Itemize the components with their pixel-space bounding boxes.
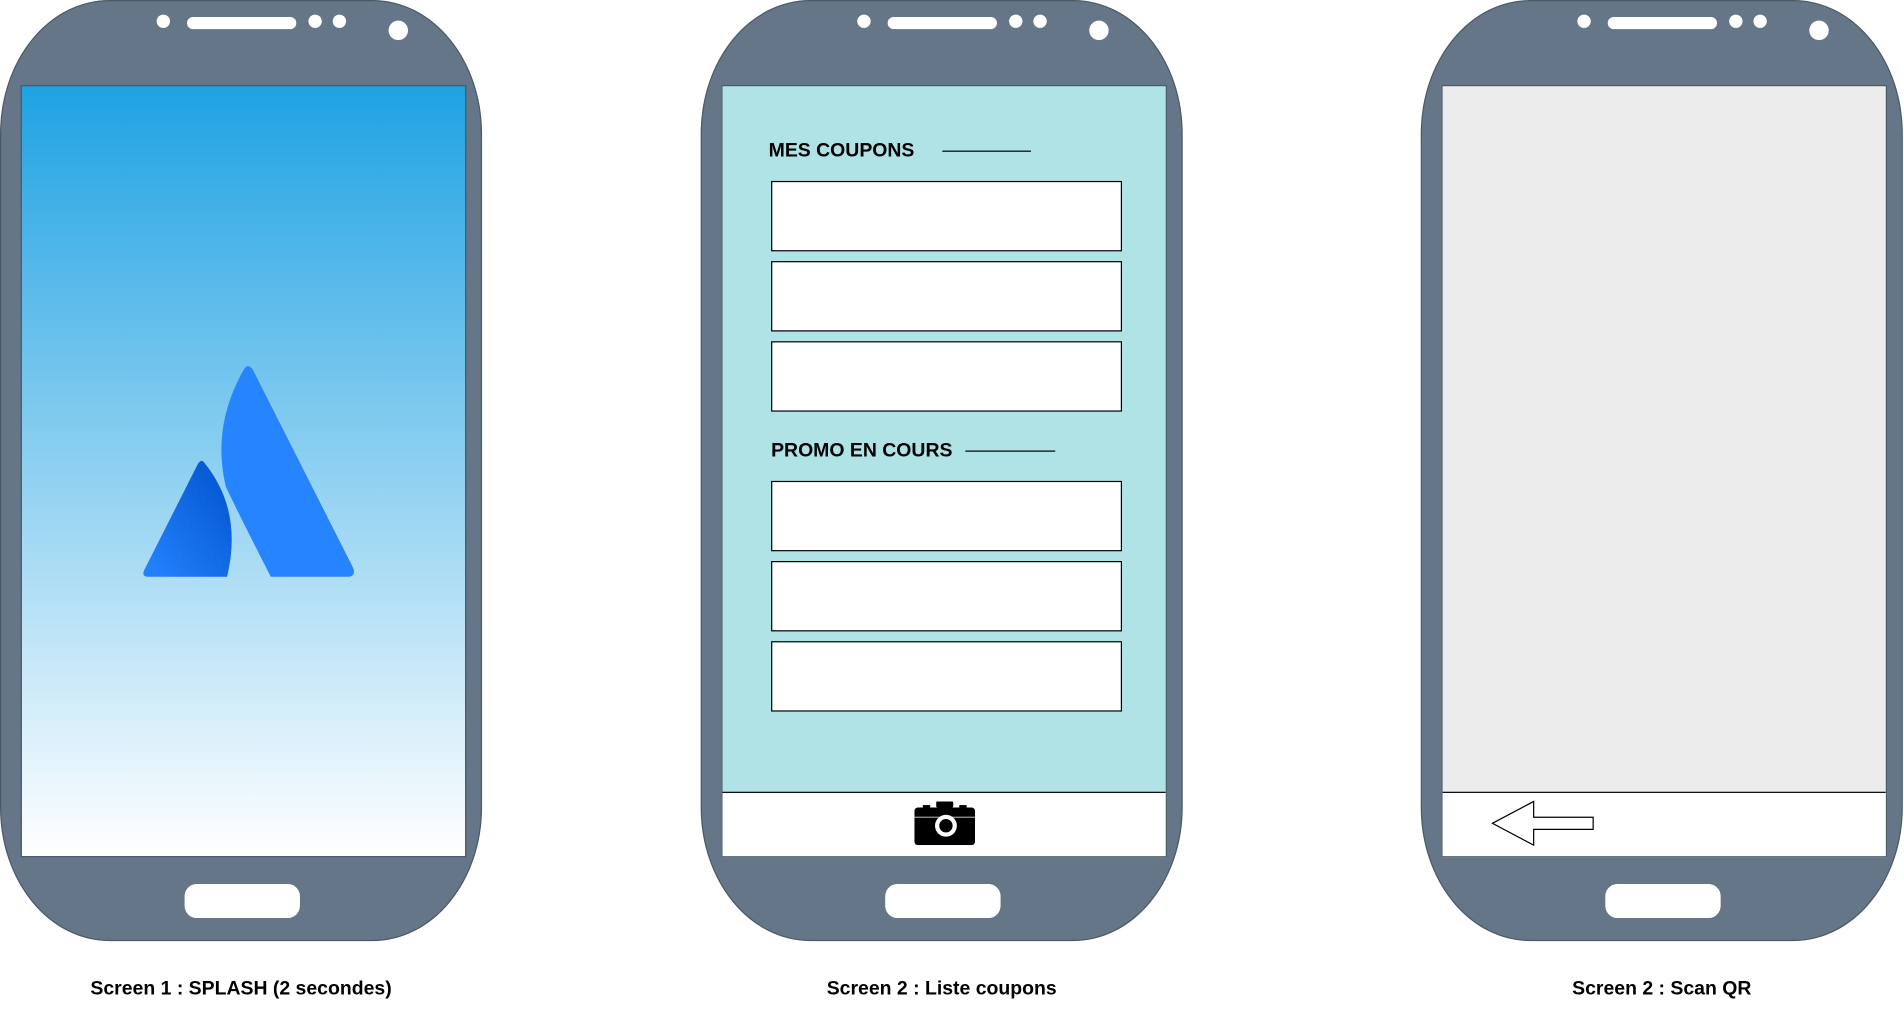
caption-screen-1: Screen 1 : SPLASH (2 secondes)	[90, 978, 392, 1000]
sensor-dot	[1753, 14, 1767, 28]
bottom-bar	[722, 791, 1166, 857]
speaker-slot	[187, 17, 297, 30]
phone-coupons: MES COUPONS PROMO EN COURS	[700, 0, 1183, 942]
front-camera	[1089, 20, 1109, 41]
sensor-dot	[1009, 14, 1023, 28]
home-button[interactable]	[184, 884, 300, 919]
atlassian-logo-icon	[143, 366, 354, 577]
sensor-dot	[1577, 14, 1591, 28]
speaker-slot	[1607, 17, 1718, 30]
sensor-dot	[332, 14, 347, 28]
phone-scan-qr	[1420, 0, 1903, 942]
scan-qr-screen	[1441, 85, 1888, 858]
home-button[interactable]	[1605, 884, 1721, 919]
section-title-mes-coupons: MES COUPONS	[768, 140, 915, 162]
bottom-bar	[1442, 791, 1886, 857]
section-divider	[942, 150, 1031, 152]
front-camera	[1809, 20, 1829, 41]
caption-screen-3: Screen 2 : Scan QR	[1572, 978, 1752, 1000]
speaker-slot	[887, 17, 997, 30]
section-divider	[965, 450, 1056, 452]
splash-screen	[20, 85, 467, 858]
caption-screen-2: Screen 2 : Liste coupons	[826, 978, 1057, 1000]
promo-card[interactable]	[771, 641, 1123, 712]
promo-card[interactable]	[771, 561, 1123, 632]
home-button[interactable]	[885, 884, 1001, 919]
sensor-dot	[857, 14, 871, 28]
sensor-dot	[308, 14, 322, 28]
coupon-card[interactable]	[771, 261, 1123, 332]
coupon-card[interactable]	[771, 341, 1123, 412]
promo-card[interactable]	[771, 480, 1123, 552]
coupon-card[interactable]	[771, 180, 1123, 252]
camera-icon[interactable]	[914, 801, 976, 846]
phone-splash	[0, 0, 483, 942]
coupons-screen: MES COUPONS PROMO EN COURS	[721, 85, 1167, 858]
section-title-promo-en-cours: PROMO EN COURS	[771, 440, 953, 462]
sensor-dot	[1033, 14, 1047, 28]
back-arrow-icon[interactable]	[1491, 800, 1595, 847]
front-camera	[388, 20, 409, 41]
sensor-dot	[156, 14, 171, 28]
sensor-dot	[1729, 14, 1743, 28]
